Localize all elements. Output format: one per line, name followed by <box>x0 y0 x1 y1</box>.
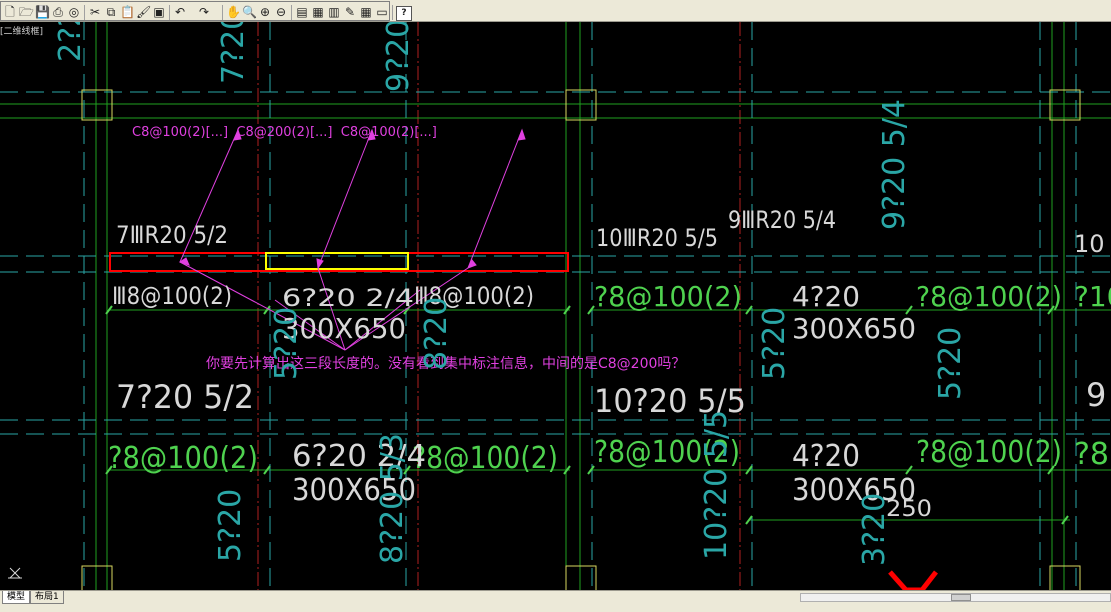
plot-icon[interactable]: ⎙ <box>51 6 65 19</box>
v-mid-label: 8?20 <box>419 297 454 370</box>
col-b-top-label: 9?20 <box>381 22 416 92</box>
left-top-label: 2?2 <box>53 22 88 62</box>
toolbar-separator <box>84 5 85 20</box>
row2-edge-right: 9 <box>1086 376 1106 414</box>
stirrup-edge: ?10 <box>1074 280 1111 313</box>
toolbar-frame: 🗋 🗁 💾 ⎙ ◎ ✂ ⧉ 📋 🖌 ▣ ↶ ↷ ✋ 🔍 ⊕ ⊖ ▤ ▦ ▥ ✎ ▦ ▭? <box>0 1 412 21</box>
copy-icon[interactable]: ⧉ <box>104 6 118 19</box>
design-center-icon[interactable]: ▦ <box>311 6 325 19</box>
horizontal-scrollbar-thumb[interactable] <box>951 594 971 601</box>
save-icon[interactable]: 💾 <box>35 6 50 19</box>
row2-stirrup-right: ?8@100(2) <box>412 441 558 476</box>
undo-icon[interactable]: ↶ <box>173 6 187 19</box>
toolbar-separator <box>169 5 170 20</box>
row2-stirrup-right3: ?8@100(2) <box>916 435 1062 470</box>
new-file-icon[interactable]: 🗋 <box>3 6 17 19</box>
v-bottom-mid-label: 8?20 5/3 <box>375 433 410 564</box>
edge-top: 10 <box>1074 230 1105 258</box>
zoom-window-icon[interactable]: ⊕ <box>258 6 272 19</box>
beam-mid-highlight[interactable] <box>265 252 409 270</box>
stirrup-left: Ⅲ8@100(2) <box>112 282 232 310</box>
v-bottom-right-label: 10?20 5/5 <box>699 410 734 560</box>
pan-icon[interactable]: ✋ <box>226 6 241 19</box>
layer-icon[interactable]: ▭ <box>375 6 389 19</box>
stirrup-callout-text: C8@100(2)[...] C8@200(2)[...] C8@100(2)[… <box>132 125 437 140</box>
v-right-col-label: 5?20 <box>933 327 968 400</box>
help-icon[interactable]: ? <box>396 6 412 21</box>
col-a-top-label: 7?20 <box>216 22 251 84</box>
top-rebar-right2: 9ⅢR20 5/4 <box>728 206 836 234</box>
layout-tab-bar: 模型 布局1 <box>0 590 1111 612</box>
red-selection-marker <box>888 570 938 590</box>
row2-top-rebar-left: 7?20 5/2 <box>116 378 254 416</box>
stirrup-right3: ?8@100(2) <box>916 280 1062 313</box>
tab-layout1[interactable]: 布局1 <box>30 591 64 604</box>
stirrup-right2: ?8@100(2) <box>594 280 742 313</box>
properties-icon[interactable]: ▤ <box>295 6 309 19</box>
ucs-icon <box>8 567 22 579</box>
redo-icon[interactable]: ↷ <box>197 6 211 19</box>
markup-icon[interactable]: ✎ <box>343 6 357 19</box>
open-icon[interactable]: 🗁 <box>19 6 34 19</box>
horizontal-scrollbar[interactable] <box>800 593 1111 602</box>
section-right: 300X650 <box>792 312 916 345</box>
row2-bottom-rebar-right: 4?20 <box>792 439 860 474</box>
toolbar-separator <box>291 5 292 20</box>
tool-palettes-icon[interactable]: ▥ <box>327 6 341 19</box>
tab-model[interactable]: 模型 <box>2 591 31 604</box>
dimension-250: 250 <box>886 497 932 522</box>
col-c-label: 9?20 5/4 <box>877 99 912 230</box>
v-mid-low-label: 5?20 <box>269 307 304 380</box>
bottom-rebar-right: 4?20 <box>792 280 860 313</box>
cut-icon[interactable]: ✂ <box>88 6 102 19</box>
zoom-realtime-icon[interactable]: 🔍 <box>242 6 257 19</box>
drawing-canvas[interactable]: C8@100(2)[...] C8@200(2)[...] C8@100(2)[… <box>0 22 1111 590</box>
publish-icon[interactable]: ◎ <box>67 6 81 19</box>
block-editor-icon[interactable]: ▣ <box>152 6 166 19</box>
zoom-previous-icon[interactable]: ⊖ <box>274 6 288 19</box>
v-bottom-left-label: 5?20 <box>213 489 248 562</box>
row2-stirrup-edge: ?8 <box>1074 437 1109 472</box>
toolbar-separator <box>222 5 223 20</box>
top-rebar-left: 7ⅢR20 5/2 <box>116 221 228 249</box>
row2-stirrup-left: ?8@100(2) <box>108 441 258 476</box>
paste-icon[interactable]: 📋 <box>120 6 135 19</box>
calculator-icon[interactable]: ▦ <box>359 6 373 19</box>
toolbar-separator <box>392 5 393 20</box>
standard-toolbar: 🗋 🗁 💾 ⎙ ◎ ✂ ⧉ 📋 🖌 ▣ ↶ ↷ ✋ 🔍 ⊕ ⊖ ▤ ▦ ▥ ✎ ▦ ▭? <box>0 0 1111 22</box>
top-rebar-right: 10ⅢR20 5/5 <box>596 224 718 252</box>
match-properties-icon[interactable]: 🖌 <box>136 6 151 19</box>
v-right-mid-label: 5?20 <box>757 307 792 380</box>
